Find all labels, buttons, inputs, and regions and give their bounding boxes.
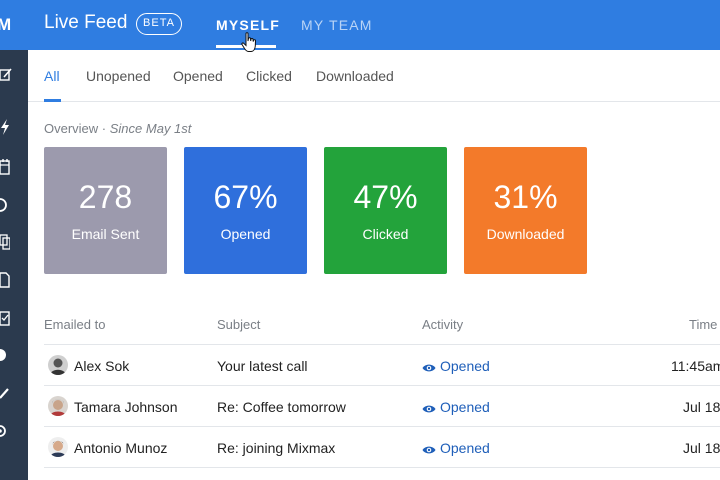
settings-icon[interactable] [0, 424, 14, 438]
avatar [48, 355, 68, 375]
email-subject[interactable]: Your latest call [217, 358, 308, 374]
stat-label: Clicked [362, 226, 409, 242]
filter-tab-clicked[interactable]: Clicked [246, 68, 292, 84]
activity-label: Opened [440, 399, 490, 415]
document-icon[interactable] [0, 272, 14, 288]
left-rail: M [0, 0, 28, 480]
filter-tab-opened[interactable]: Opened [173, 68, 223, 84]
active-tab-underline [44, 99, 61, 102]
app-logo[interactable]: M [0, 0, 28, 50]
activity-time: Jul 18 [683, 399, 720, 415]
activity-label: Opened [440, 358, 490, 374]
avatar [48, 396, 68, 416]
filter-tab-downloaded[interactable]: Downloaded [316, 68, 394, 84]
page-title: Live Feed [44, 12, 128, 33]
activity-status: Opened [422, 440, 490, 456]
divider [44, 467, 720, 468]
email-subject[interactable]: Re: Coffee tomorrow [217, 399, 346, 415]
stat-card-opened[interactable]: 67% Opened [184, 147, 307, 274]
avatar [48, 437, 68, 457]
eye-icon [422, 446, 436, 454]
activity-time: Jul 18 [683, 440, 720, 456]
stat-label: Opened [220, 226, 271, 242]
stat-card-email-sent[interactable]: 278 Email Sent [44, 147, 167, 274]
activity-time: 11:45am [671, 358, 720, 374]
clipboard-icon[interactable] [0, 310, 14, 326]
pie-chart-icon[interactable] [0, 348, 14, 362]
eye-icon [422, 405, 436, 413]
compose-icon[interactable] [0, 68, 14, 82]
stat-value: 47% [353, 179, 418, 215]
pencil-icon[interactable] [0, 386, 14, 400]
column-header-activity[interactable]: Activity [422, 317, 463, 332]
stat-label: Email Sent [71, 226, 140, 242]
calendar-icon[interactable] [0, 159, 14, 175]
column-header-emailed-to[interactable]: Emailed to [44, 317, 105, 332]
stat-value: 31% [493, 179, 558, 215]
activity-label: Opened [440, 440, 490, 456]
stat-label: Downloaded [486, 226, 565, 242]
recipient-name[interactable]: Tamara Johnson [74, 399, 178, 415]
tab-myself[interactable]: MYSELF [216, 17, 280, 33]
circle-icon[interactable] [0, 198, 14, 212]
activity-status: Opened [422, 399, 490, 415]
column-header-subject[interactable]: Subject [217, 317, 260, 332]
stat-card-downloaded[interactable]: 31% Downloaded [464, 147, 587, 274]
bolt-icon[interactable] [0, 119, 14, 135]
recipient-name[interactable]: Antonio Munoz [74, 440, 167, 456]
overview-label: Overview · [44, 121, 107, 136]
stat-value: 278 [78, 179, 133, 215]
app-header: Live Feed BETA MYSELF MY TEAM [28, 0, 720, 50]
divider [44, 385, 720, 386]
email-subject[interactable]: Re: joining Mixmax [217, 440, 335, 456]
overview-since: Since May 1st [109, 121, 192, 136]
tab-my-team[interactable]: MY TEAM [301, 17, 373, 33]
overview-heading: Overview · Since May 1st [44, 121, 191, 136]
beta-badge: BETA [136, 13, 182, 35]
copy-icon[interactable] [0, 234, 14, 250]
stat-value: 67% [213, 179, 278, 215]
eye-icon [422, 364, 436, 372]
divider [44, 426, 720, 427]
filter-tabs: All Unopened Opened Clicked Downloaded [28, 50, 720, 102]
column-header-time[interactable]: Time [689, 317, 717, 332]
stat-card-clicked[interactable]: 47% Clicked [324, 147, 447, 274]
filter-tab-unopened[interactable]: Unopened [86, 68, 151, 84]
activity-status: Opened [422, 358, 490, 374]
filter-tab-all[interactable]: All [44, 68, 60, 84]
divider [44, 344, 720, 345]
recipient-name[interactable]: Alex Sok [74, 358, 129, 374]
